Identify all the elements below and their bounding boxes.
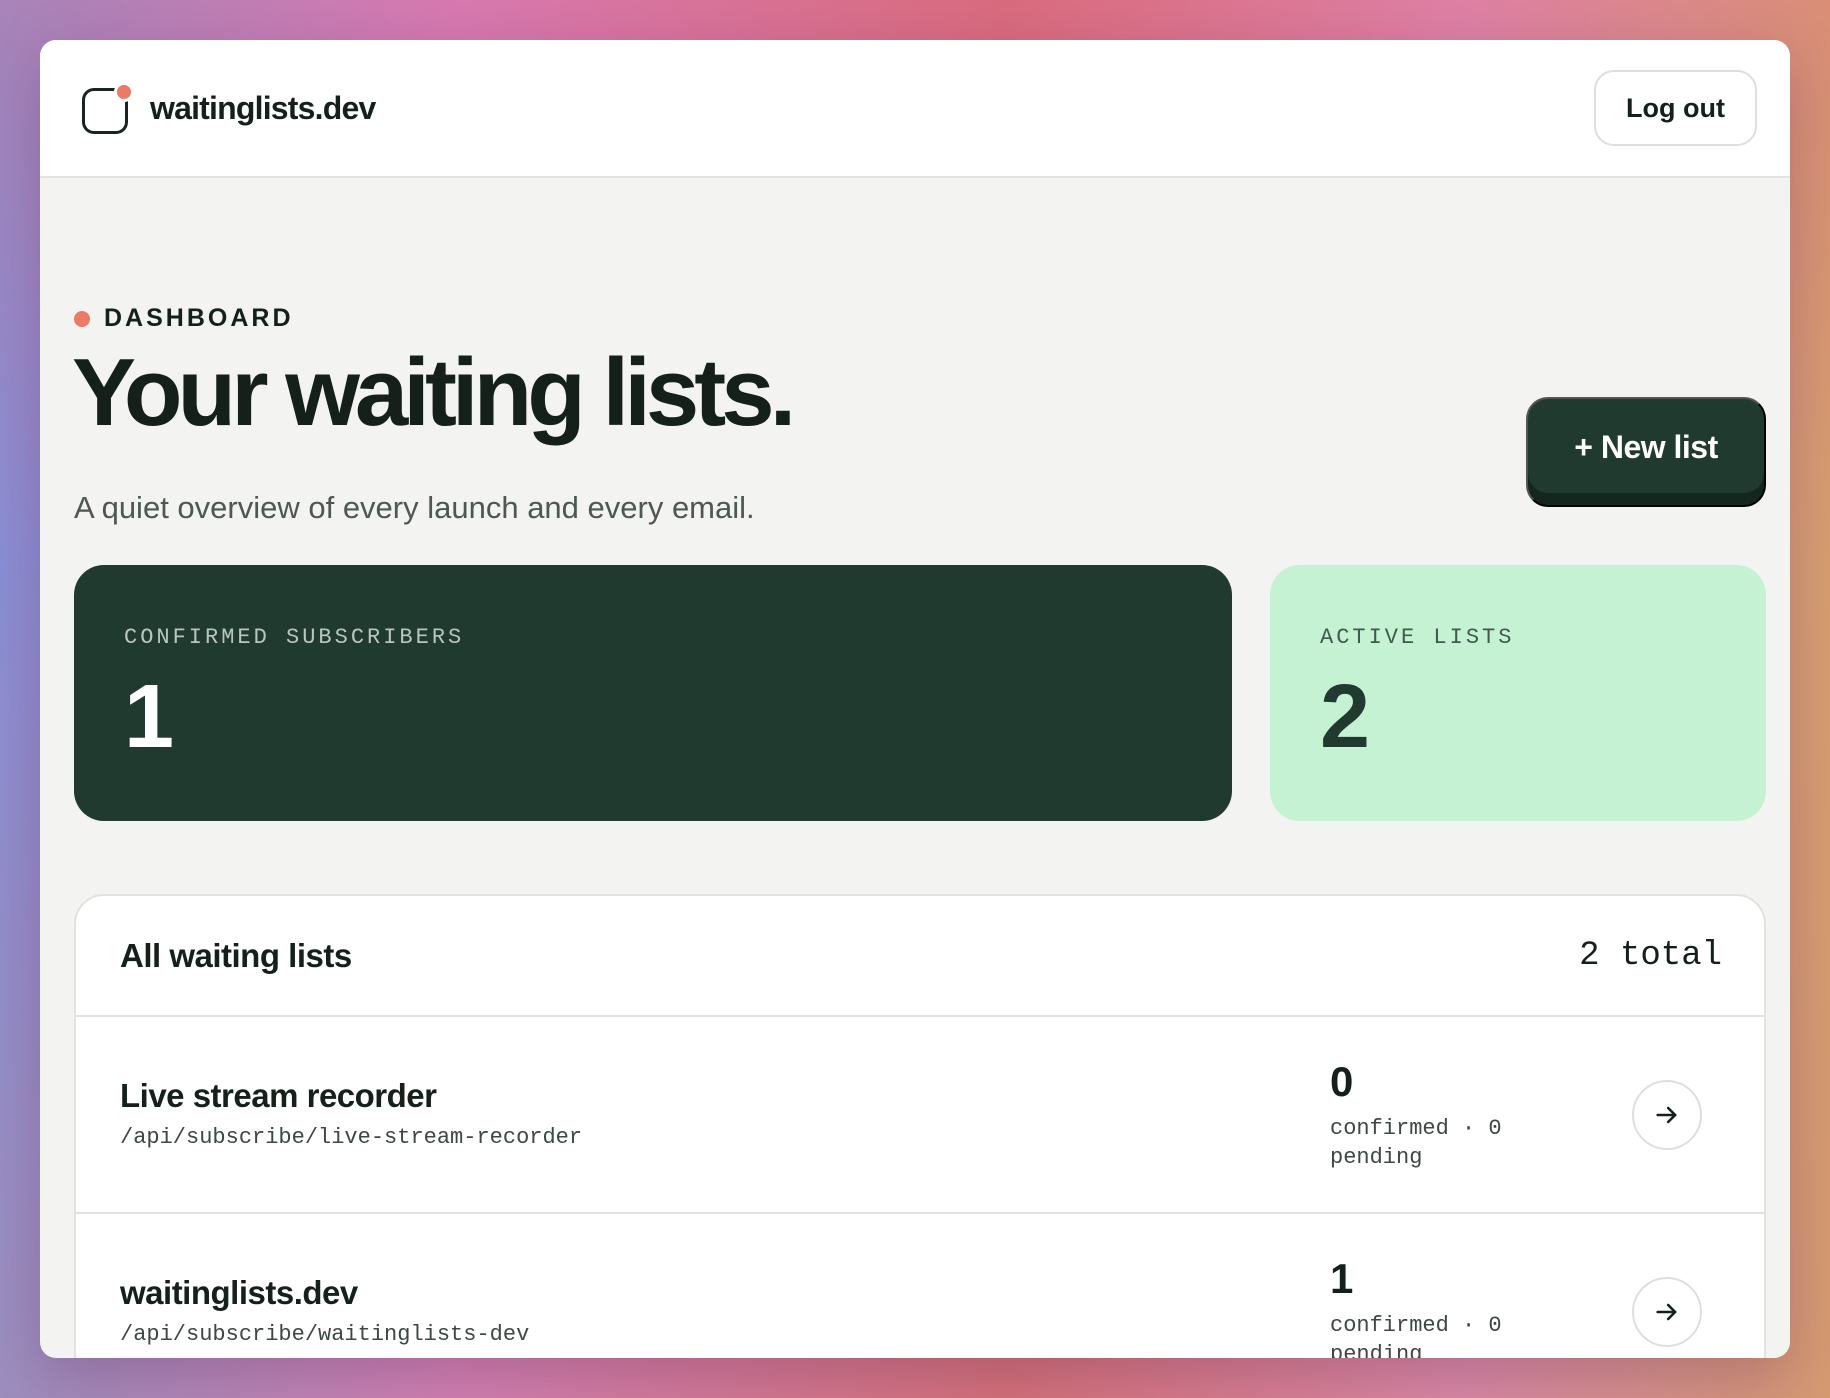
list-meta-line2: pending: [1330, 1144, 1423, 1170]
list-name: Live stream recorder: [120, 1077, 437, 1114]
list-endpoint: /api/subscribe/live-stream-recorder: [120, 1125, 583, 1150]
logo-mark-icon: [80, 82, 134, 134]
open-list-button[interactable]: [1632, 1277, 1702, 1347]
list-item[interactable]: Live stream recorder /api/subscribe/live…: [76, 1017, 1764, 1214]
list-meta-line1: confirmed · 0: [1330, 1116, 1502, 1142]
list-meta: confirmed · 0 pending: [1330, 1115, 1520, 1172]
panel-header: All waiting lists 2 total: [76, 896, 1764, 1017]
list-confirmed-count: 0: [1330, 1058, 1354, 1105]
list-endpoint: /api/subscribe/waitinglists-dev: [120, 1322, 530, 1347]
top-bar: waitinglists.dev Log out: [40, 40, 1790, 178]
active-lists-card: ACTIVE LISTS 2: [1270, 565, 1766, 821]
eyebrow-dot-icon: [74, 310, 90, 327]
brand[interactable]: waitinglists.dev: [80, 82, 376, 134]
brand-name: waitinglists.dev: [150, 89, 376, 126]
confirmed-subscribers-value: 1: [124, 667, 175, 767]
list-meta: confirmed · 0 pending: [1330, 1312, 1520, 1358]
logout-button[interactable]: Log out: [1594, 70, 1757, 146]
panel-title: All waiting lists: [120, 936, 352, 974]
app-window: waitinglists.dev Log out DASHBOARD Your …: [40, 40, 1790, 1358]
list-stats: 0 confirmed · 0 pending: [1330, 1058, 1520, 1172]
eyebrow-label: DASHBOARD: [104, 304, 294, 332]
panel-count: 2 total: [1579, 936, 1722, 975]
arrow-right-icon: [1656, 1106, 1677, 1124]
open-list-button[interactable]: [1632, 1080, 1702, 1150]
list-meta-line2: pending: [1330, 1341, 1423, 1358]
page-subtitle: A quiet overview of every launch and eve…: [74, 490, 755, 525]
active-lists-value: 2: [1320, 667, 1371, 767]
active-lists-label: ACTIVE LISTS: [1320, 625, 1515, 650]
waiting-lists-panel: All waiting lists 2 total Live stream re…: [74, 894, 1766, 1358]
list-stats: 1 confirmed · 0 pending: [1330, 1255, 1520, 1358]
list-confirmed-count: 1: [1330, 1255, 1354, 1302]
list-name: waitinglists.dev: [120, 1274, 358, 1311]
list-meta-line1: confirmed · 0: [1330, 1313, 1502, 1339]
list-item[interactable]: waitinglists.dev /api/subscribe/waitingl…: [76, 1214, 1764, 1358]
page-title: Your waiting lists.: [72, 339, 796, 446]
confirmed-subscribers-card: CONFIRMED SUBSCRIBERS 1: [74, 565, 1232, 821]
arrow-right-icon: [1656, 1303, 1677, 1321]
new-list-button[interactable]: + New list: [1526, 397, 1766, 507]
confirmed-subscribers-label: CONFIRMED SUBSCRIBERS: [124, 625, 465, 650]
eyebrow: DASHBOARD: [74, 304, 294, 333]
